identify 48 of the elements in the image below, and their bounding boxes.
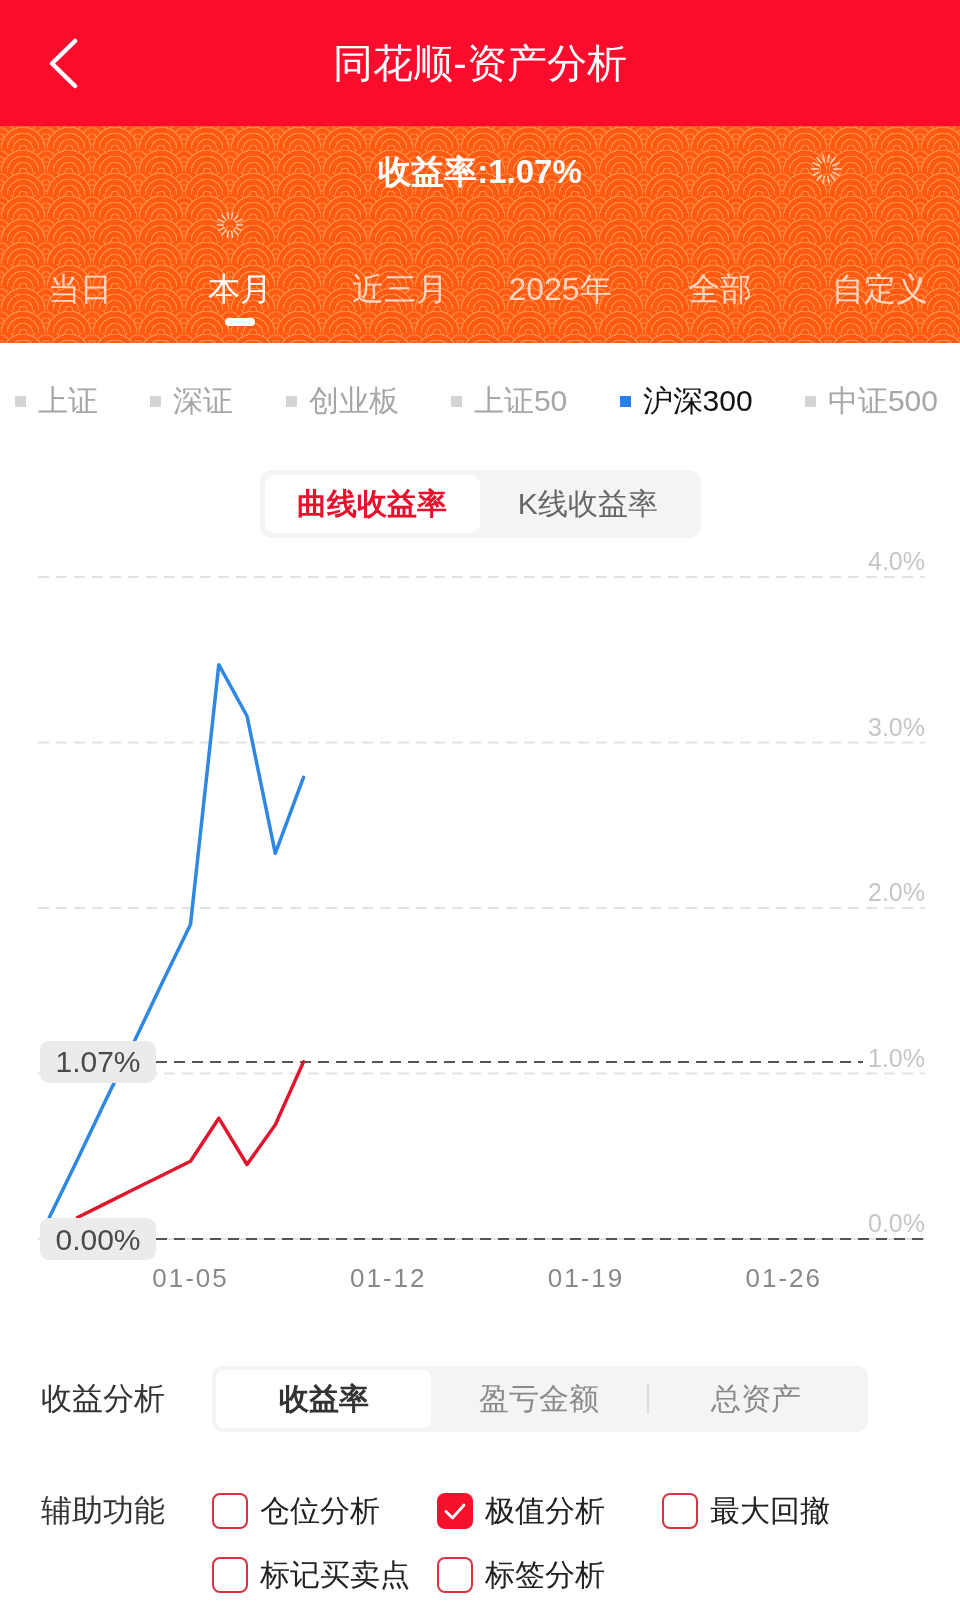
axis-label: 1.0% [868,1043,925,1072]
period-tab[interactable]: 2025年 [508,269,612,309]
axis-label: 01-05 [152,1263,229,1293]
axis-label: 01-26 [745,1263,822,1293]
value-badge: 0.00% [40,1218,156,1260]
section-label: 收益分析 [41,1380,166,1418]
checkbox-label[interactable]: 标记买卖点 [260,1557,410,1593]
segment-tab[interactable]: 收益率 [216,1370,432,1428]
axis-label: 2.0% [868,878,925,906]
checkbox-label[interactable]: 标签分析 [485,1557,605,1593]
benchmark-option[interactable]: 上证50 [450,381,568,421]
ref-line-label: 0.00% [55,1222,141,1256]
benchmark-option[interactable]: 创业板 [285,381,399,421]
benchmark-option[interactable]: 上证 [15,381,98,421]
benchmark-option[interactable]: 中证500 [804,381,938,421]
axis-label: 3.0% [868,712,925,741]
axis-label: 0.0% [868,1209,925,1237]
segment-tab[interactable]: 盈亏金额 [431,1370,647,1428]
checkbox[interactable] [212,1493,248,1529]
return-rate-summary: 收益率:1.07% [378,152,582,192]
checkbox[interactable] [437,1493,473,1529]
axis-label: 4.0% [868,547,925,575]
axis-label: 01-19 [547,1263,625,1293]
axis-label: 01-12 [350,1263,427,1293]
period-tab[interactable]: 当日 [48,269,112,309]
firework-icon [810,153,842,185]
checkbox-label[interactable]: 最大回撤 [710,1493,830,1529]
checkbox-label[interactable]: 极值分析 [485,1493,605,1529]
benchmark-option[interactable]: 深证 [150,381,234,421]
chart-mode-tab[interactable]: K线收益率 [480,475,696,533]
segment-tab[interactable]: 总资产 [648,1370,864,1428]
chart-mode-tab[interactable]: 曲线收益率 [264,475,480,533]
page-title: 同花顺-资产分析 [332,40,628,87]
checkbox[interactable] [662,1493,698,1529]
section-label: 辅助功能 [41,1493,166,1529]
period-tab[interactable]: 全部 [688,269,752,309]
checkmark-icon [444,1502,466,1520]
period-tab[interactable]: 近三月 [352,269,448,309]
checkbox[interactable] [437,1557,473,1593]
benchmark-option[interactable]: 沪深300 [619,381,753,421]
checkbox[interactable] [212,1557,248,1593]
back-icon[interactable] [48,37,78,89]
period-tab[interactable]: 自定义 [832,269,928,309]
ref-line-label: 1.07% [55,1045,141,1079]
checkbox-label[interactable]: 仓位分析 [260,1493,380,1529]
firework-icon [216,211,244,239]
value-badge: 1.07% [40,1040,156,1083]
period-tab[interactable]: 本月 [208,269,272,309]
